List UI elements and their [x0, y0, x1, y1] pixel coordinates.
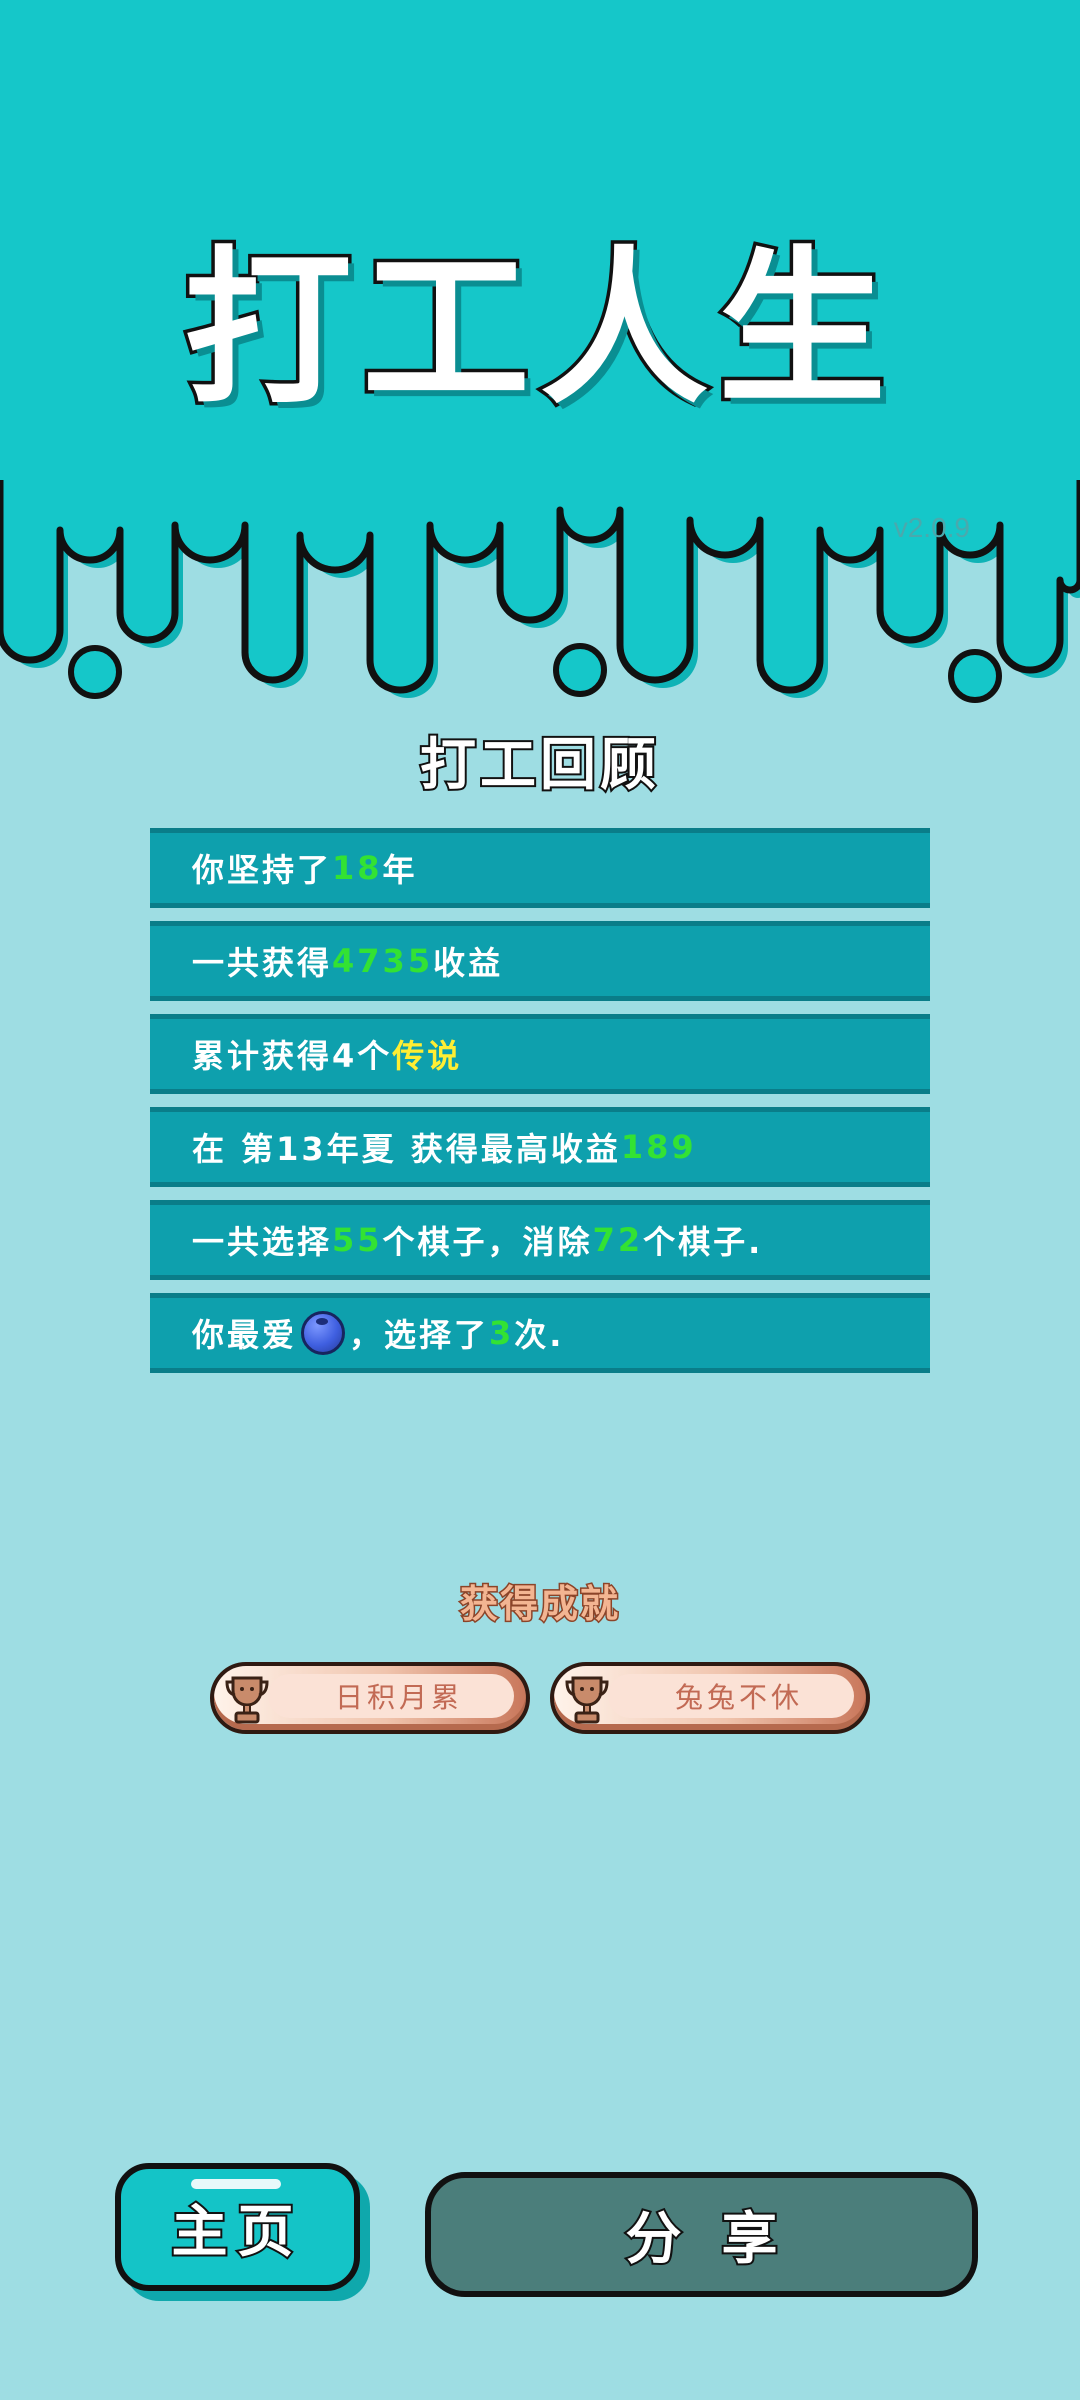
review-text: 个棋子. [643, 1223, 764, 1261]
review-text: 个棋子，消除 [382, 1223, 593, 1261]
review-text: 累计获得4个 [192, 1037, 393, 1075]
review-list: 你坚持了 18 年一共获得 4735 收益 累计获得4个 传说在 第13年夏 获得最高收益 1… [150, 828, 930, 1386]
review-text: 一共获得 [192, 944, 333, 982]
version-label: v2.0.9 [893, 512, 970, 543]
review-text: 收益 [433, 944, 504, 982]
review-text: 你坚持了 [192, 851, 333, 889]
review-text: 次. [514, 1316, 565, 1354]
review-row: 你最爱 ，选择了 3 次. [150, 1293, 930, 1373]
review-text: ，选择了 [349, 1316, 490, 1354]
review-row: 你坚持了 18 年 [150, 828, 930, 908]
review-highlight: 4735 [332, 942, 434, 980]
review-highlight: 72 [592, 1221, 644, 1259]
achievements-heading: 获得成就 [458, 1582, 620, 1626]
review-text: 一共选择 [192, 1223, 333, 1261]
review-text: 在 第13年夏 获得最高收益 [192, 1130, 621, 1168]
review-text: 年 [382, 851, 418, 889]
share-button[interactable]: 分享 [425, 2172, 978, 2297]
review-highlight: 18 [332, 849, 383, 887]
trophy-icon [565, 1676, 609, 1724]
achievement-badge[interactable]: 兔兔不休 [550, 1662, 870, 1734]
review-highlight: 189 [620, 1128, 697, 1166]
droplet [553, 643, 607, 697]
review-row: 在 第13年夏 获得最高收益 189 [150, 1107, 930, 1187]
review-row: 一共选择 55 个棋子，消除 72 个棋子. [150, 1200, 930, 1280]
review-row: 一共获得 4735 收益 [150, 921, 930, 1001]
achievement-label: 日积月累 [268, 1674, 514, 1718]
droplet [68, 645, 122, 699]
review-highlight: 3 [489, 1314, 515, 1352]
home-button[interactable]: 主页 [115, 2163, 360, 2291]
trophy-icon [225, 1676, 269, 1724]
droplet [948, 649, 1002, 703]
review-text: 你最爱 [192, 1316, 298, 1354]
review-row: 累计获得4个 传说 [150, 1014, 930, 1094]
review-highlight: 传说 [392, 1037, 463, 1075]
review-highlight: 55 [332, 1221, 383, 1259]
review-heading: 打工回顾 [418, 733, 660, 798]
achievement-label: 兔兔不休 [608, 1674, 854, 1718]
blueberry-icon [301, 1311, 346, 1355]
achievement-badge[interactable]: 日积月累 [210, 1662, 530, 1734]
game-title: 打工人生 [181, 231, 896, 427]
